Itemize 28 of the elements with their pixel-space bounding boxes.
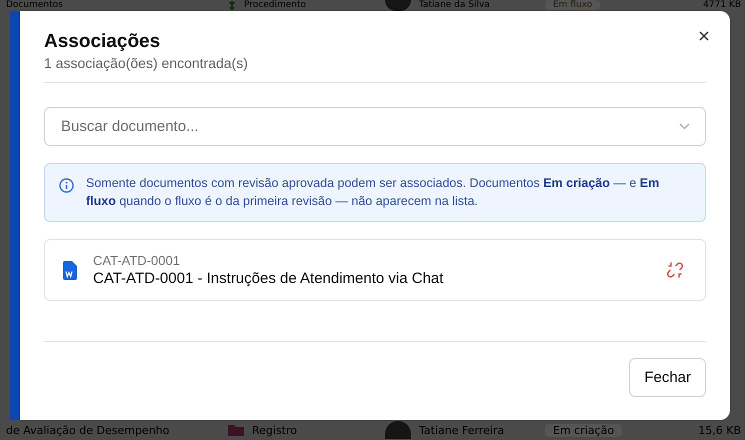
document-name: de Avaliação de Desempenho <box>5 424 170 436</box>
document-type: Registro <box>252 424 298 436</box>
status-badge: Em criação <box>545 424 622 436</box>
avatar <box>385 0 411 11</box>
owner-name: Tatiane Ferreira <box>419 424 504 436</box>
file-size: 4771 KB <box>703 0 741 11</box>
unlink-button[interactable] <box>667 262 683 278</box>
document-name: Documentos <box>5 0 64 11</box>
close-button[interactable] <box>697 29 711 43</box>
document-code: CAT-ATD-0001 <box>93 253 181 268</box>
folder-icon <box>228 424 244 436</box>
document-type: Procedimento <box>244 0 306 11</box>
document-title: CAT-ATD-0001 - Instruções de Atendimento via Chat <box>93 270 444 287</box>
dialog-subtitle: 1 associação(ões) encontrada(s) <box>44 55 248 71</box>
dialog-title: Associações <box>44 31 160 53</box>
broken-link-icon <box>667 262 683 278</box>
close-dialog-button[interactable]: Fechar <box>629 358 706 397</box>
chevron-down-icon <box>679 123 690 130</box>
status-badge: Em fluxo <box>545 0 600 10</box>
flow-icon <box>228 1 236 10</box>
word-document-icon <box>63 260 77 280</box>
close-icon <box>699 31 709 41</box>
info-icon <box>59 178 74 193</box>
owner-name: Tatiane da Silva <box>419 0 490 11</box>
notice-text: Somente documentos com revisão aprovada podem ser associados. Documentos Em criação — e Em fluxo quando o fluxo é o da primeira revisão — não aparecem na lista. <box>86 175 660 210</box>
file-size: 15,6 KB <box>698 424 741 436</box>
avatar <box>385 421 411 439</box>
search-field[interactable]: Buscar documento... <box>44 107 706 146</box>
